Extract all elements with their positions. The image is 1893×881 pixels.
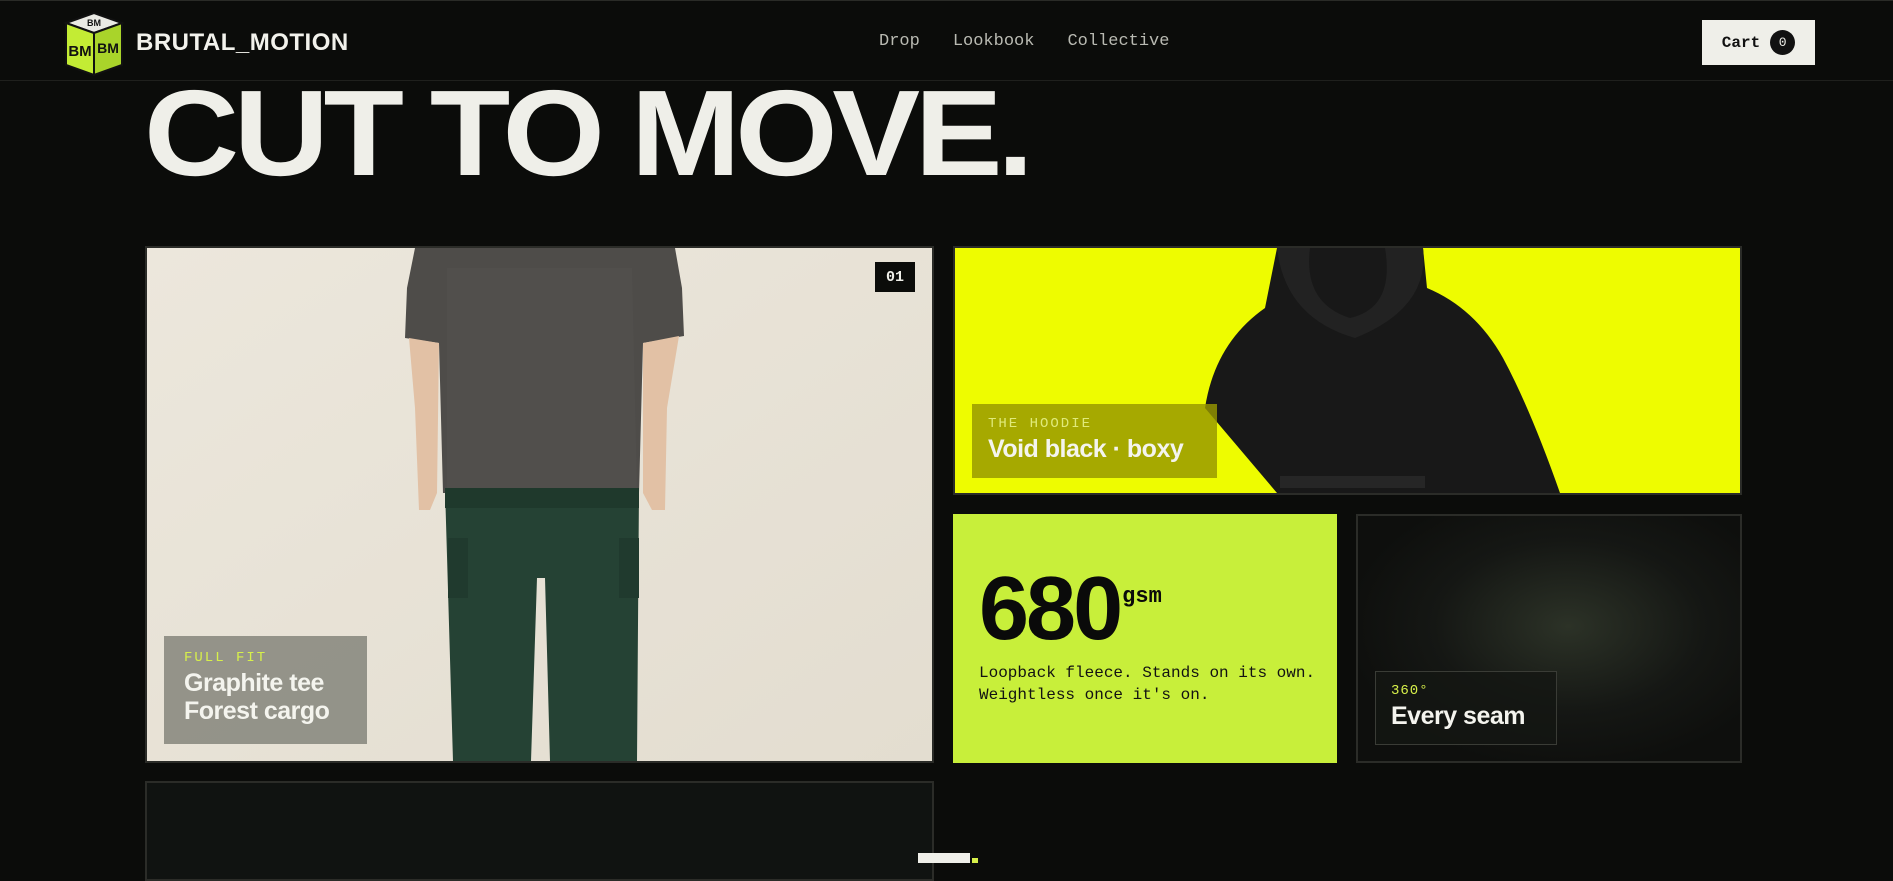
fabric-weight-number: 680 <box>979 559 1123 659</box>
card-number-badge: 01 <box>875 262 915 292</box>
svg-text:BM: BM <box>97 40 119 56</box>
brand-name: BRUTAL_MOTION <box>136 29 349 56</box>
cube-logo-icon: BM BM BM <box>63 11 125 77</box>
seam-title: Every seam <box>1391 702 1526 730</box>
seam-label: 360° Every seam <box>1375 671 1557 745</box>
main-nav: Drop Lookbook Collective <box>879 32 1169 51</box>
outfit-card[interactable]: 01 FULL FIT Graphite tee Forest cargo <box>145 246 934 763</box>
fabric-desc-line1: Loopback fleece. Stands on its own. <box>979 664 1316 682</box>
fabric-weight-unit: gsm <box>1122 584 1162 609</box>
outfit-label: FULL FIT Graphite tee Forest cargo <box>164 636 367 744</box>
fabric-desc-line2: Weightless once it's on. <box>979 686 1210 704</box>
bottom-card <box>145 781 934 881</box>
scroll-indicator-accent <box>972 858 978 863</box>
hoodie-label: THE HOODIE Void black · boxy <box>972 404 1217 478</box>
cart-button[interactable]: Cart 0 <box>1702 20 1815 65</box>
outfit-title-line1: Graphite tee <box>184 669 324 697</box>
nav-lookbook[interactable]: Lookbook <box>953 32 1035 51</box>
scroll-indicator[interactable] <box>918 853 970 863</box>
nav-drop[interactable]: Drop <box>879 32 920 51</box>
svg-text:BM: BM <box>68 43 91 60</box>
outfit-kicker: FULL FIT <box>184 650 268 666</box>
hero-headline: CUT TO MOVE. <box>144 65 1034 201</box>
svg-text:BM: BM <box>87 18 101 28</box>
nav-collective[interactable]: Collective <box>1067 32 1169 51</box>
fabric-stat-card: 680 gsm Loopback fleece. Stands on its o… <box>953 514 1337 763</box>
cart-count-badge: 0 <box>1770 30 1796 55</box>
seam-kicker: 360° <box>1391 683 1429 699</box>
hoodie-card[interactable]: THE HOODIE Void black · boxy <box>953 246 1742 495</box>
hoodie-kicker: THE HOODIE <box>988 416 1093 432</box>
fabric-stat: 680 gsm <box>979 564 1162 654</box>
hoodie-title: Void black · boxy <box>988 435 1184 463</box>
seam-card[interactable]: 360° Every seam <box>1356 514 1742 763</box>
cart-label: Cart <box>1721 33 1761 52</box>
outfit-title-line2: Forest cargo <box>184 696 330 725</box>
fabric-description: Loopback fleece. Stands on its own. Weig… <box>979 662 1319 706</box>
